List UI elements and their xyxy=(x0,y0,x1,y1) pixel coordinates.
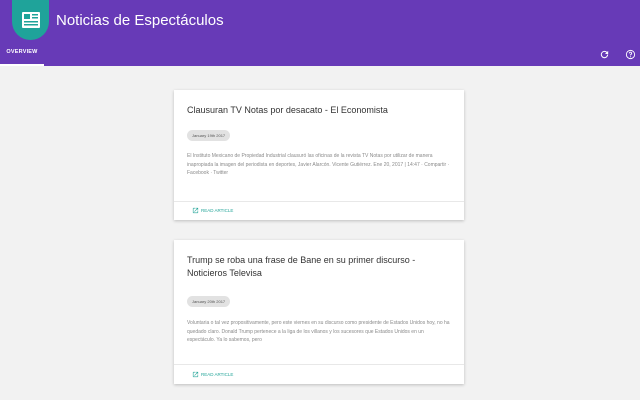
newspaper-icon xyxy=(21,12,40,28)
tab-bar: OVERVIEW xyxy=(0,40,640,66)
read-article-button[interactable]: READ ARTICLE xyxy=(192,206,233,215)
date-chip: January 19th 2017 xyxy=(187,130,231,141)
card-divider xyxy=(174,201,464,202)
article-summary: El Instituto Mexicano de Propiedad Indus… xyxy=(187,153,450,176)
app-title: Noticias de Espectáculos xyxy=(56,12,224,29)
app-bar: Noticias de Espectáculos OVERVIEW xyxy=(0,0,640,66)
article-summary: Voluntaria o tal vez propositivamente, p… xyxy=(187,320,450,343)
help-circle-icon xyxy=(625,49,635,59)
app-logo xyxy=(12,0,49,40)
tab-overview[interactable]: OVERVIEW xyxy=(0,40,44,66)
article-card: Trump se roba una frase de Bane en su pr… xyxy=(174,240,464,384)
card-divider xyxy=(174,364,464,365)
open-in-new-icon xyxy=(192,207,199,214)
refresh-icon xyxy=(600,50,608,58)
read-article-button[interactable]: READ ARTICLE xyxy=(192,370,233,379)
article-title[interactable]: Clausuran TV Notas por desacato - El Eco… xyxy=(187,104,449,117)
open-in-new-icon xyxy=(192,371,199,378)
info-button[interactable] xyxy=(624,48,636,60)
refresh-button[interactable] xyxy=(598,48,610,60)
read-article-label: READ ARTICLE xyxy=(201,372,234,377)
read-article-label: READ ARTICLE xyxy=(201,208,234,213)
article-card: Clausuran TV Notas por desacato - El Eco… xyxy=(174,90,464,220)
article-title[interactable]: Trump se roba una frase de Bane en su pr… xyxy=(187,254,449,280)
date-chip: January 20th 2017 xyxy=(187,296,231,307)
